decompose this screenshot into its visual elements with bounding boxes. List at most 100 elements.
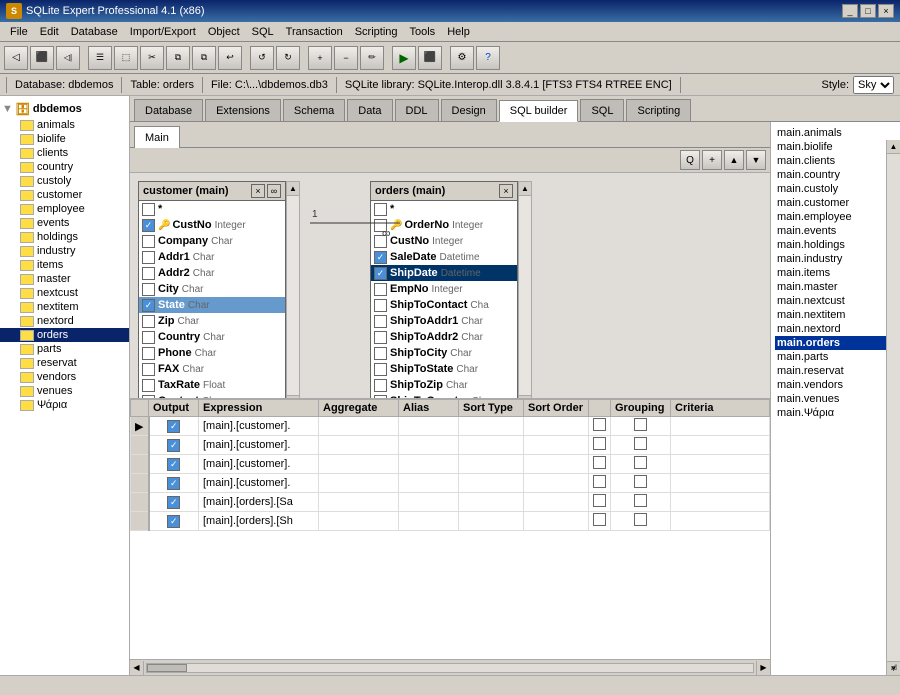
tab-extensions[interactable]: Extensions	[205, 99, 281, 121]
tree-item-holdings[interactable]: holdings	[0, 230, 129, 244]
field-row[interactable]: ✓ 🔑 CustNo Integer	[139, 217, 285, 233]
tree-item-items[interactable]: items	[0, 258, 129, 272]
field-row[interactable]: Contact Char	[139, 393, 285, 398]
right-panel-item-main-parts[interactable]: main.parts	[775, 350, 896, 364]
right-panel-item-main-animals[interactable]: main.animals	[775, 126, 896, 140]
field-checkbox[interactable]	[142, 363, 155, 376]
scroll-down-button[interactable]: ▼	[746, 150, 766, 170]
customer-close-button[interactable]: ×	[251, 184, 265, 198]
cell-grouping[interactable]	[611, 512, 671, 531]
grid-hscroll-right[interactable]: ▶	[756, 661, 770, 675]
field-checkbox[interactable]	[142, 267, 155, 280]
menu-object[interactable]: Object	[202, 24, 246, 40]
tab-schema[interactable]: Schema	[283, 99, 345, 121]
right-panel-item-main-nextcust[interactable]: main.nextcust	[775, 294, 896, 308]
right-panel-item-main-orders[interactable]: main.orders	[775, 336, 896, 350]
cell-output[interactable]: ✓	[149, 436, 199, 455]
tab-sql-builder[interactable]: SQL builder	[499, 100, 579, 122]
field-checkbox[interactable]	[374, 395, 387, 399]
field-checkbox[interactable]	[142, 235, 155, 248]
field-row[interactable]: ShipToContact Cha	[371, 297, 517, 313]
menu-database[interactable]: Database	[65, 24, 124, 40]
customer-scroll-up[interactable]: ▲	[287, 182, 299, 196]
field-checkbox[interactable]: ✓	[374, 267, 387, 280]
toolbar-btn-2[interactable]: ⬛	[30, 46, 54, 70]
tree-item-animals[interactable]: animals	[0, 118, 129, 132]
field-row[interactable]: TaxRate Float	[139, 377, 285, 393]
style-selector[interactable]: Style: Sky	[821, 76, 894, 94]
tree-item-employee[interactable]: employee	[0, 202, 129, 216]
tree-item-country[interactable]: country	[0, 160, 129, 174]
field-checkbox[interactable]	[142, 379, 155, 392]
menu-help[interactable]: Help	[441, 24, 476, 40]
tree-item-orders[interactable]: orders	[0, 328, 129, 342]
toolbar-btn-8[interactable]: ⧉	[192, 46, 216, 70]
style-dropdown[interactable]: Sky	[853, 76, 894, 94]
cell-grouping[interactable]	[611, 417, 671, 436]
tree-item-venues[interactable]: venues	[0, 384, 129, 398]
field-checkbox[interactable]	[374, 283, 387, 296]
cell-check[interactable]	[589, 436, 611, 455]
toolbar-btn-9[interactable]: ↩	[218, 46, 242, 70]
tree-item-custoly[interactable]: custoly	[0, 174, 129, 188]
tab-sql[interactable]: SQL	[580, 99, 624, 121]
table-row[interactable]: ✓ [main].[customer].	[131, 436, 770, 455]
field-checkbox[interactable]: ✓	[142, 219, 155, 232]
toolbar-btn-5[interactable]: ⬚	[114, 46, 138, 70]
field-checkbox[interactable]	[374, 363, 387, 376]
tree-item-clients[interactable]: clients	[0, 146, 129, 160]
toolbar-btn-stop[interactable]: ⬛	[418, 46, 442, 70]
grid-hscroll-left[interactable]: ◀	[130, 661, 144, 675]
menu-edit[interactable]: Edit	[34, 24, 65, 40]
right-panel-item-main-reservat[interactable]: main.reservat	[775, 364, 896, 378]
toolbar-btn-undo[interactable]: ↺	[250, 46, 274, 70]
field-row[interactable]: *	[139, 201, 285, 217]
cell-output[interactable]: ✓	[149, 474, 199, 493]
toolbar-btn-3[interactable]: ◁|	[56, 46, 80, 70]
field-row[interactable]: City Char	[139, 281, 285, 297]
right-panel-item-main-master[interactable]: main.master	[775, 280, 896, 294]
right-panel-item-main-customer[interactable]: main.customer	[775, 196, 896, 210]
field-row[interactable]: EmpNo Integer	[371, 281, 517, 297]
field-row[interactable]: ShipToState Char	[371, 361, 517, 377]
right-panel-item-main-country[interactable]: main.country	[775, 168, 896, 182]
tree-item-events[interactable]: events	[0, 216, 129, 230]
resize-grip[interactable]: ⊿	[890, 662, 898, 673]
toolbar-btn-7[interactable]: ⧉	[166, 46, 190, 70]
toolbar-btn-help[interactable]: ?	[476, 46, 500, 70]
tree-item-customer[interactable]: customer	[0, 188, 129, 202]
cell-output[interactable]: ✓	[149, 455, 199, 474]
field-row[interactable]: Addr1 Char	[139, 249, 285, 265]
toolbar-btn-del[interactable]: −	[334, 46, 358, 70]
toolbar-btn-add[interactable]: +	[308, 46, 332, 70]
tab-database[interactable]: Database	[134, 99, 203, 121]
cell-check[interactable]	[589, 455, 611, 474]
window-controls[interactable]: _ □ ×	[842, 4, 894, 18]
tab-scripting[interactable]: Scripting	[626, 99, 691, 121]
tree-item-nextitem[interactable]: nextitem	[0, 300, 129, 314]
field-row-shipdate[interactable]: ✓ ShipDate Datetime	[371, 265, 517, 281]
table-row[interactable]: ✓ [main].[customer].	[131, 455, 770, 474]
field-row[interactable]: Country Char	[139, 329, 285, 345]
tree-item-Ψάρια[interactable]: Ψάρια	[0, 398, 129, 412]
field-checkbox[interactable]	[142, 331, 155, 344]
scroll-up-button[interactable]: ▲	[724, 150, 744, 170]
table-row[interactable]: ✓ [main].[orders].[Sa	[131, 493, 770, 512]
toolbar-btn-settings[interactable]: ⚙	[450, 46, 474, 70]
right-panel-item-main-Ψάρια[interactable]: main.Ψάρια	[775, 406, 896, 420]
hscroll-thumb[interactable]	[147, 664, 187, 672]
cell-check[interactable]	[589, 417, 611, 436]
menu-tools[interactable]: Tools	[404, 24, 442, 40]
cell-output[interactable]: ✓	[149, 512, 199, 531]
cell-check[interactable]	[589, 493, 611, 512]
right-panel-item-main-holdings[interactable]: main.holdings	[775, 238, 896, 252]
tree-root-item[interactable]: ▼ 🗄 dbdemos	[0, 100, 129, 118]
toolbar-btn-6[interactable]: ✂	[140, 46, 164, 70]
toolbar-btn-redo[interactable]: ↻	[276, 46, 300, 70]
field-checkbox[interactable]	[374, 299, 387, 312]
field-checkbox[interactable]	[374, 347, 387, 360]
cell-check[interactable]	[589, 474, 611, 493]
customer-link-button[interactable]: ∞	[267, 184, 281, 198]
tree-item-nextord[interactable]: nextord	[0, 314, 129, 328]
right-panel-item-main-nextitem[interactable]: main.nextitem	[775, 308, 896, 322]
